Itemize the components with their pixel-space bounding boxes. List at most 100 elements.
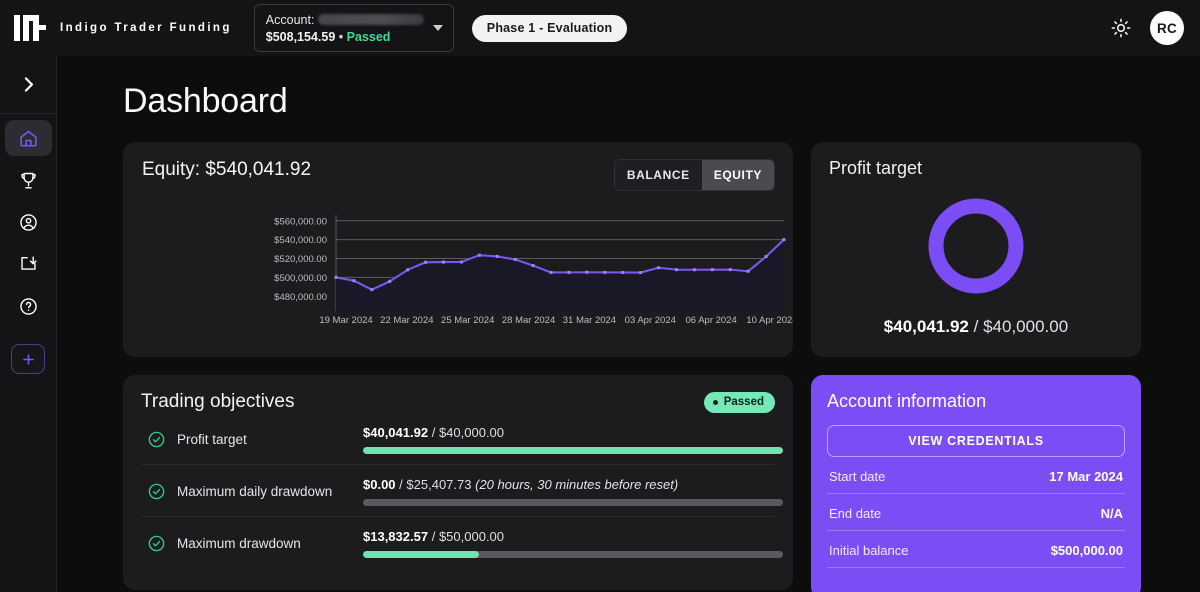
main-content: Dashboard Equity: $540,041.92 BALANCE EQ…	[57, 56, 1200, 592]
profit-target-card: Profit target $40,041.92 / $40,000.00	[811, 142, 1141, 357]
svg-text:19 Mar 2024: 19 Mar 2024	[319, 315, 372, 326]
objective-row: Maximum daily drawdown $0.00 / $25,407.7…	[141, 465, 783, 517]
svg-text:31 Mar 2024: 31 Mar 2024	[563, 315, 616, 326]
profit-target-goal: $40,000.00	[983, 317, 1069, 336]
status-badge: Passed	[703, 391, 775, 413]
sidebar-item-home[interactable]	[4, 120, 52, 156]
brand-name: Indigo Trader Funding	[60, 22, 232, 34]
brand-logo[interactable]: Indigo Trader Funding	[0, 15, 232, 41]
svg-text:$560,000.00: $560,000.00	[274, 216, 327, 227]
svg-text:$540,000.00: $540,000.00	[274, 235, 327, 246]
sidebar	[0, 56, 57, 592]
trophy-icon	[20, 172, 36, 189]
plus-icon	[22, 353, 34, 365]
equity-chart-svg: $480,000.00 $500,000.00 $520,000.00 $540,00…	[274, 215, 798, 326]
chevron-down-icon[interactable]	[432, 25, 443, 31]
objective-row: Maximum drawdown $13,832.57 / $50,000.00	[141, 517, 783, 568]
phase-pill[interactable]: Phase 1 - Evaluation	[471, 14, 628, 42]
objective-target: $50,000.00	[438, 529, 505, 544]
sidebar-item-help[interactable]	[5, 288, 52, 324]
objective-note: (20 hours, 30 minutes before reset)	[475, 477, 679, 492]
view-credentials-button[interactable]: VIEW CREDENTIALS	[827, 425, 1125, 457]
objective-target: $40,000.00	[438, 425, 505, 440]
toggle-option-equity[interactable]: EQUITY	[701, 160, 774, 190]
svg-text:10 Apr 2024: 10 Apr 2024	[746, 315, 793, 326]
check-circle-icon	[148, 483, 165, 500]
page-title: Dashboard	[123, 82, 288, 120]
objective-values: $13,832.57 / $50,000.00	[363, 529, 783, 544]
profit-target-donut	[829, 175, 1123, 317]
avatar[interactable]: RC	[1150, 11, 1184, 45]
equity-line-chart: $480,000.00 $500,000.00 $520,000.00 $540,00…	[123, 204, 798, 354]
svg-text:25 Mar 2024: 25 Mar 2024	[441, 315, 494, 326]
top-bar: Indigo Trader Funding Account: $508,154.…	[0, 0, 1200, 56]
account-separator: •	[338, 29, 344, 44]
badge-dot-icon	[712, 399, 718, 405]
svg-text:22 Mar 2024: 22 Mar 2024	[380, 315, 433, 326]
profit-target-value: $40,041.92 / $40,000.00	[829, 317, 1123, 341]
objective-row: Profit target $40,041.92 / $40,000.00	[141, 413, 783, 465]
account-selector[interactable]: Account: $508,154.59 • Passed	[253, 4, 454, 52]
profit-target-separator: /	[973, 317, 979, 336]
account-info-row: Initial balance $500,000.00	[827, 531, 1125, 568]
sidebar-item-profile[interactable]	[5, 204, 52, 240]
sidebar-item-competitions[interactable]	[5, 162, 52, 198]
sidebar-expand-button[interactable]	[0, 56, 57, 114]
sidebar-item-payouts[interactable]	[5, 246, 52, 282]
objective-label: Maximum daily drawdown	[177, 484, 333, 499]
objective-values: $40,041.92 / $40,000.00	[363, 425, 783, 440]
svg-text:06 Apr 2024: 06 Apr 2024	[686, 315, 737, 326]
profit-target-current: $40,041.92	[883, 317, 969, 336]
objective-separator: /	[431, 425, 436, 440]
objective-separator: /	[399, 477, 403, 492]
itf-logo-icon	[14, 15, 48, 41]
equity-chart-card: Equity: $540,041.92 BALANCE EQUITY $480,…	[123, 142, 798, 357]
trading-objectives-card: Trading objectives Passed Profit target …	[123, 375, 793, 590]
check-circle-icon	[148, 535, 165, 552]
account-info-value: N/A	[1100, 506, 1123, 521]
home-icon	[19, 130, 37, 147]
account-info-value: $500,000.00	[1050, 543, 1123, 558]
objective-progress-bar	[363, 499, 783, 506]
account-info-row: End date N/A	[827, 494, 1125, 531]
account-info-row: Start date 17 Mar 2024	[827, 457, 1125, 494]
equity-card-title: Equity: $540,041.92	[142, 159, 312, 180]
trading-objectives-title: Trading objectives	[141, 391, 295, 412]
objective-values: $0.00 / $25,407.73 (20 hours, 30 minutes…	[363, 477, 783, 492]
chevron-right-icon	[24, 77, 33, 92]
objective-progress-bar	[363, 447, 783, 454]
question-circle-icon	[19, 297, 37, 315]
objective-current: $40,041.92	[363, 425, 429, 440]
objective-target: $25,407.73	[406, 477, 472, 492]
svg-text:28 Mar 2024: 28 Mar 2024	[502, 315, 555, 326]
account-info-label: Initial balance	[829, 543, 909, 558]
svg-text:$520,000.00: $520,000.00	[274, 254, 327, 265]
objective-current: $0.00	[363, 477, 396, 492]
objective-current: $13,832.57	[363, 529, 429, 544]
objective-progress-bar	[363, 551, 783, 558]
user-circle-icon	[19, 213, 37, 231]
sun-icon[interactable]	[1110, 17, 1132, 39]
account-summary: $508,154.59 • Passed	[266, 30, 425, 44]
status-badge-label: Passed	[723, 396, 764, 408]
account-info-value: 17 Mar 2024	[1049, 469, 1123, 484]
dashboard-grid: Equity: $540,041.92 BALANCE EQUITY $480,…	[123, 142, 1142, 592]
account-information-card: Account information VIEW CREDENTIALS Sta…	[811, 375, 1141, 592]
objective-label: Maximum drawdown	[177, 536, 301, 551]
svg-text:$480,000.00: $480,000.00	[274, 292, 327, 303]
add-account-button[interactable]	[11, 344, 45, 374]
account-information-title: Account information	[827, 391, 987, 411]
account-info-label: Start date	[829, 469, 886, 484]
svg-text:03 Apr 2024: 03 Apr 2024	[625, 315, 676, 326]
account-info-label: End date	[829, 506, 882, 521]
objective-label: Profit target	[177, 432, 247, 447]
balance-equity-toggle[interactable]: BALANCE EQUITY	[613, 159, 775, 191]
account-label: Account:	[265, 12, 315, 27]
toggle-option-balance[interactable]: BALANCE	[614, 160, 702, 190]
check-circle-icon	[148, 431, 165, 448]
account-name-redacted	[318, 14, 425, 25]
objective-separator: /	[431, 529, 436, 544]
account-balance: $508,154.59	[265, 29, 336, 44]
donut-chart-icon	[928, 198, 1024, 294]
account-status: Passed	[346, 29, 391, 44]
